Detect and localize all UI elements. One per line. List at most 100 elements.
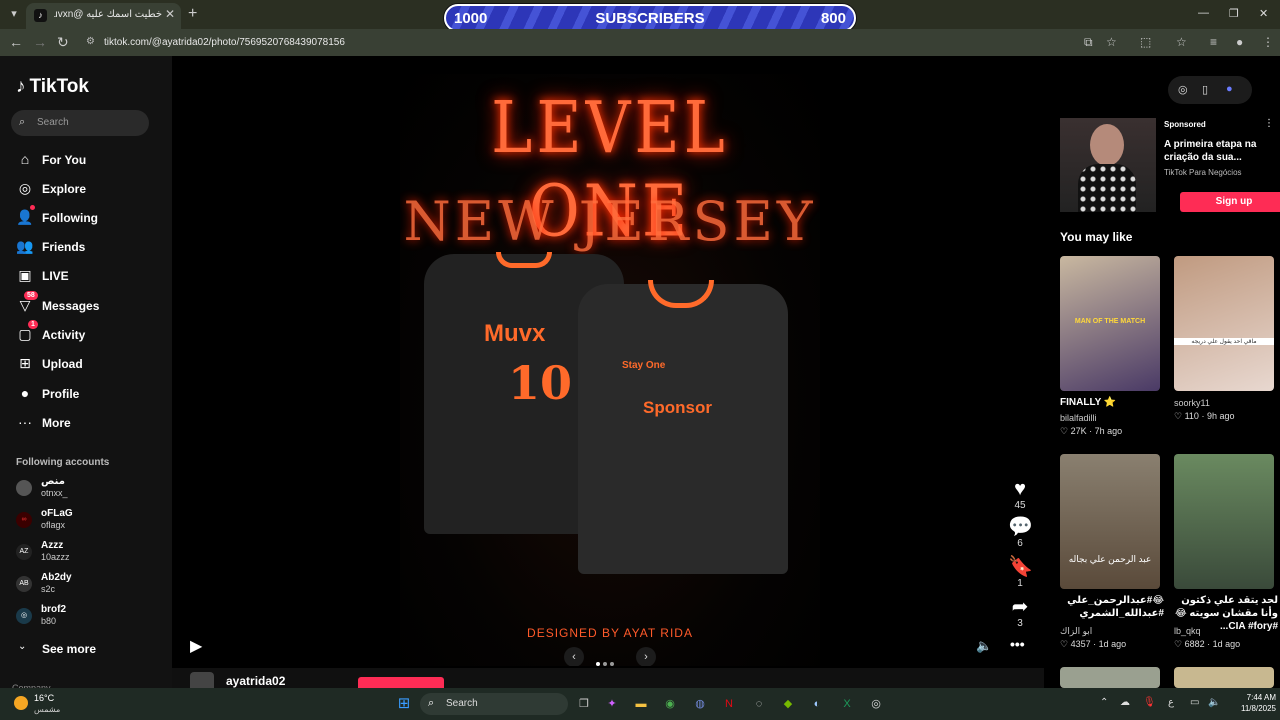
steam-icon[interactable]: ◐ (808, 695, 826, 713)
share-button[interactable]: ➦ 3 (1008, 596, 1032, 629)
file-explorer-icon[interactable]: ▬ (632, 695, 650, 713)
recommended-meta: ♡ 4357 · 1d ago (1060, 639, 1127, 649)
search-input[interactable]: ⌕ Search (11, 110, 149, 136)
microphone-icon[interactable]: 🎙 (1143, 697, 1156, 708)
ad-menu-icon[interactable]: ⋮ (1264, 118, 1274, 129)
carousel-prev-icon[interactable]: ‹ (564, 647, 584, 666)
play-icon[interactable]: ▶ (190, 636, 202, 656)
tiktok-logo[interactable]: ♪ TikTok (16, 76, 89, 98)
bookmarks-icon[interactable]: ☆ (1176, 35, 1187, 49)
age: 7h ago (1094, 426, 1123, 436)
phone-icon[interactable]: ▯ (1202, 83, 1208, 96)
windows-start-icon[interactable]: ⊞ (395, 695, 413, 713)
nav-upload[interactable]: ⊞ Upload (16, 353, 166, 375)
app-icon[interactable]: ◌ (750, 695, 768, 713)
following-account[interactable]: ∞ oFLaG oflagx (16, 508, 166, 536)
minimize-icon[interactable]: — (1198, 7, 1209, 19)
search-icon: ⌕ (19, 116, 26, 128)
restore-icon[interactable]: ❐ (1229, 7, 1239, 20)
recommended-item[interactable] (1174, 667, 1278, 688)
taskbar-search[interactable]: ⌕ Search (420, 693, 568, 715)
nav-live[interactable]: ▣ LIVE (16, 265, 166, 287)
profile-icon: ● (20, 385, 30, 401)
following-account[interactable]: ◎ brof2 b80 (16, 604, 166, 632)
browser-tab[interactable]: ♪ خطيت اسمك عليه @Muvxn #اغ ✕ (26, 3, 181, 29)
search-placeholder: Search (37, 117, 69, 128)
like-button[interactable]: ♥ 45 (1008, 478, 1032, 511)
volume-icon[interactable]: 🔈 (1208, 697, 1220, 708)
nav-label: Upload (42, 357, 83, 371)
notification-dot (30, 205, 35, 210)
nav-following[interactable]: 👤 Following (16, 205, 166, 229)
address-bar: ← → ↻ ⚙ tiktok.com/@ayatrida02/photo/756… (0, 29, 1280, 56)
network-icon[interactable]: ▭ (1190, 697, 1199, 708)
profile-avatar-icon[interactable]: ● (1236, 35, 1243, 49)
language-indicator[interactable]: ع (1168, 697, 1174, 708)
tab-search-icon[interactable]: ▾ (6, 6, 22, 22)
close-tab-icon[interactable]: ✕ (165, 7, 175, 21)
save-button[interactable]: 🔖 1 (1008, 556, 1033, 589)
media-controls-icon[interactable]: ≡ (1210, 35, 1217, 49)
app-icon[interactable]: ◎ (867, 695, 885, 713)
subscriber-count-right: 800 (820, 10, 846, 27)
nav-for-you[interactable]: ⌂ For You (16, 149, 166, 171)
task-view-icon[interactable]: ❐ (575, 695, 593, 713)
nav-profile[interactable]: ● Profile (16, 383, 166, 405)
system-clock[interactable]: 7:44 AM 11/8/2025 (1226, 692, 1276, 714)
nav-label: More (42, 416, 71, 430)
nav-activity[interactable]: ▢ 1 Activity (16, 320, 166, 346)
comment-button[interactable]: 💬 6 (1008, 516, 1033, 549)
search-icon: ⌕ (428, 697, 435, 709)
sign-up-button[interactable]: Sign up (1180, 192, 1280, 212)
compass-icon[interactable]: ◎ (1178, 83, 1188, 96)
more-options-icon[interactable]: ••• (1010, 636, 1025, 652)
nav-more[interactable]: ··· More (16, 412, 166, 434)
following-account[interactable]: AZ Azzz 10azzz (16, 540, 166, 568)
nav-messages[interactable]: ▽ 58 Messages (16, 291, 166, 317)
right-column: ◎ ▯ ● Sponsored ⋮ A primeira etapa na cr… (1044, 56, 1280, 688)
see-more-button[interactable]: ⌄ See more (16, 640, 166, 658)
top-right-controls: ◎ ▯ ● (1168, 76, 1252, 104)
post-image[interactable]: LEVEL ONE NEW JERSEY Muvx 10 Stay One Sp… (400, 74, 820, 666)
netflix-icon[interactable]: N (720, 695, 738, 713)
reload-icon[interactable]: ↻ (57, 34, 69, 51)
onedrive-icon[interactable]: ☁ (1120, 697, 1130, 708)
tray-overflow-icon[interactable]: ⌃ (1100, 697, 1108, 708)
carousel-next-icon[interactable]: › (636, 647, 656, 666)
install-app-icon[interactable]: ⧉ (1084, 35, 1093, 50)
volume-icon[interactable]: 🔈 (976, 638, 992, 654)
profile-avatar-icon[interactable]: ● (1226, 83, 1233, 95)
chrome-icon[interactable]: ◉ (661, 695, 679, 713)
excel-icon[interactable]: X (838, 695, 856, 713)
recommended-meta: ♡ 110 · 9h ago (1174, 411, 1235, 421)
extensions-icon[interactable]: ⬚ (1140, 35, 1151, 49)
sponsored-ad[interactable]: Sponsored ⋮ A primeira etapa na criação … (1060, 118, 1280, 214)
ad-image (1060, 118, 1156, 212)
close-window-icon[interactable]: ✕ (1259, 7, 1268, 20)
discord-icon[interactable]: ◍ (691, 695, 709, 713)
chevron-down-icon: ⌄ (18, 641, 27, 652)
site-info-icon[interactable]: ⚙ (86, 36, 98, 48)
sponsored-label: Sponsored (1164, 120, 1206, 129)
new-tab-icon[interactable]: + (188, 5, 197, 23)
recommended-item[interactable] (1060, 667, 1164, 688)
back-icon[interactable]: ← (9, 34, 23, 50)
copilot-icon[interactable]: ✦ (603, 695, 621, 713)
avatar: AZ (16, 544, 32, 560)
nav-explore[interactable]: ◎ Explore (16, 178, 166, 200)
author-name[interactable]: ayatrida02 (226, 674, 285, 688)
following-account[interactable]: منص otnxx_ (16, 476, 166, 504)
nav-label: Profile (42, 387, 80, 401)
friends-icon: 👥 (16, 238, 34, 254)
forward-icon[interactable]: → (33, 34, 47, 50)
browser-menu-icon[interactable]: ⋮ (1262, 35, 1274, 49)
following-account[interactable]: AB Ab2dy s2c (16, 572, 166, 600)
url-field[interactable]: ⚙ tiktok.com/@ayatrida02/photo/756952076… (80, 33, 1080, 53)
date: 11/8/2025 (1241, 704, 1276, 713)
bookmark-star-icon[interactable]: ☆ (1106, 35, 1117, 49)
upload-icon: ⊞ (19, 355, 31, 371)
recommended-user: soorky11 (1174, 398, 1210, 408)
account-name: Azzz (41, 540, 64, 551)
nvidia-icon[interactable]: ◆ (779, 695, 797, 713)
nav-friends[interactable]: 👥 Friends (16, 236, 166, 258)
